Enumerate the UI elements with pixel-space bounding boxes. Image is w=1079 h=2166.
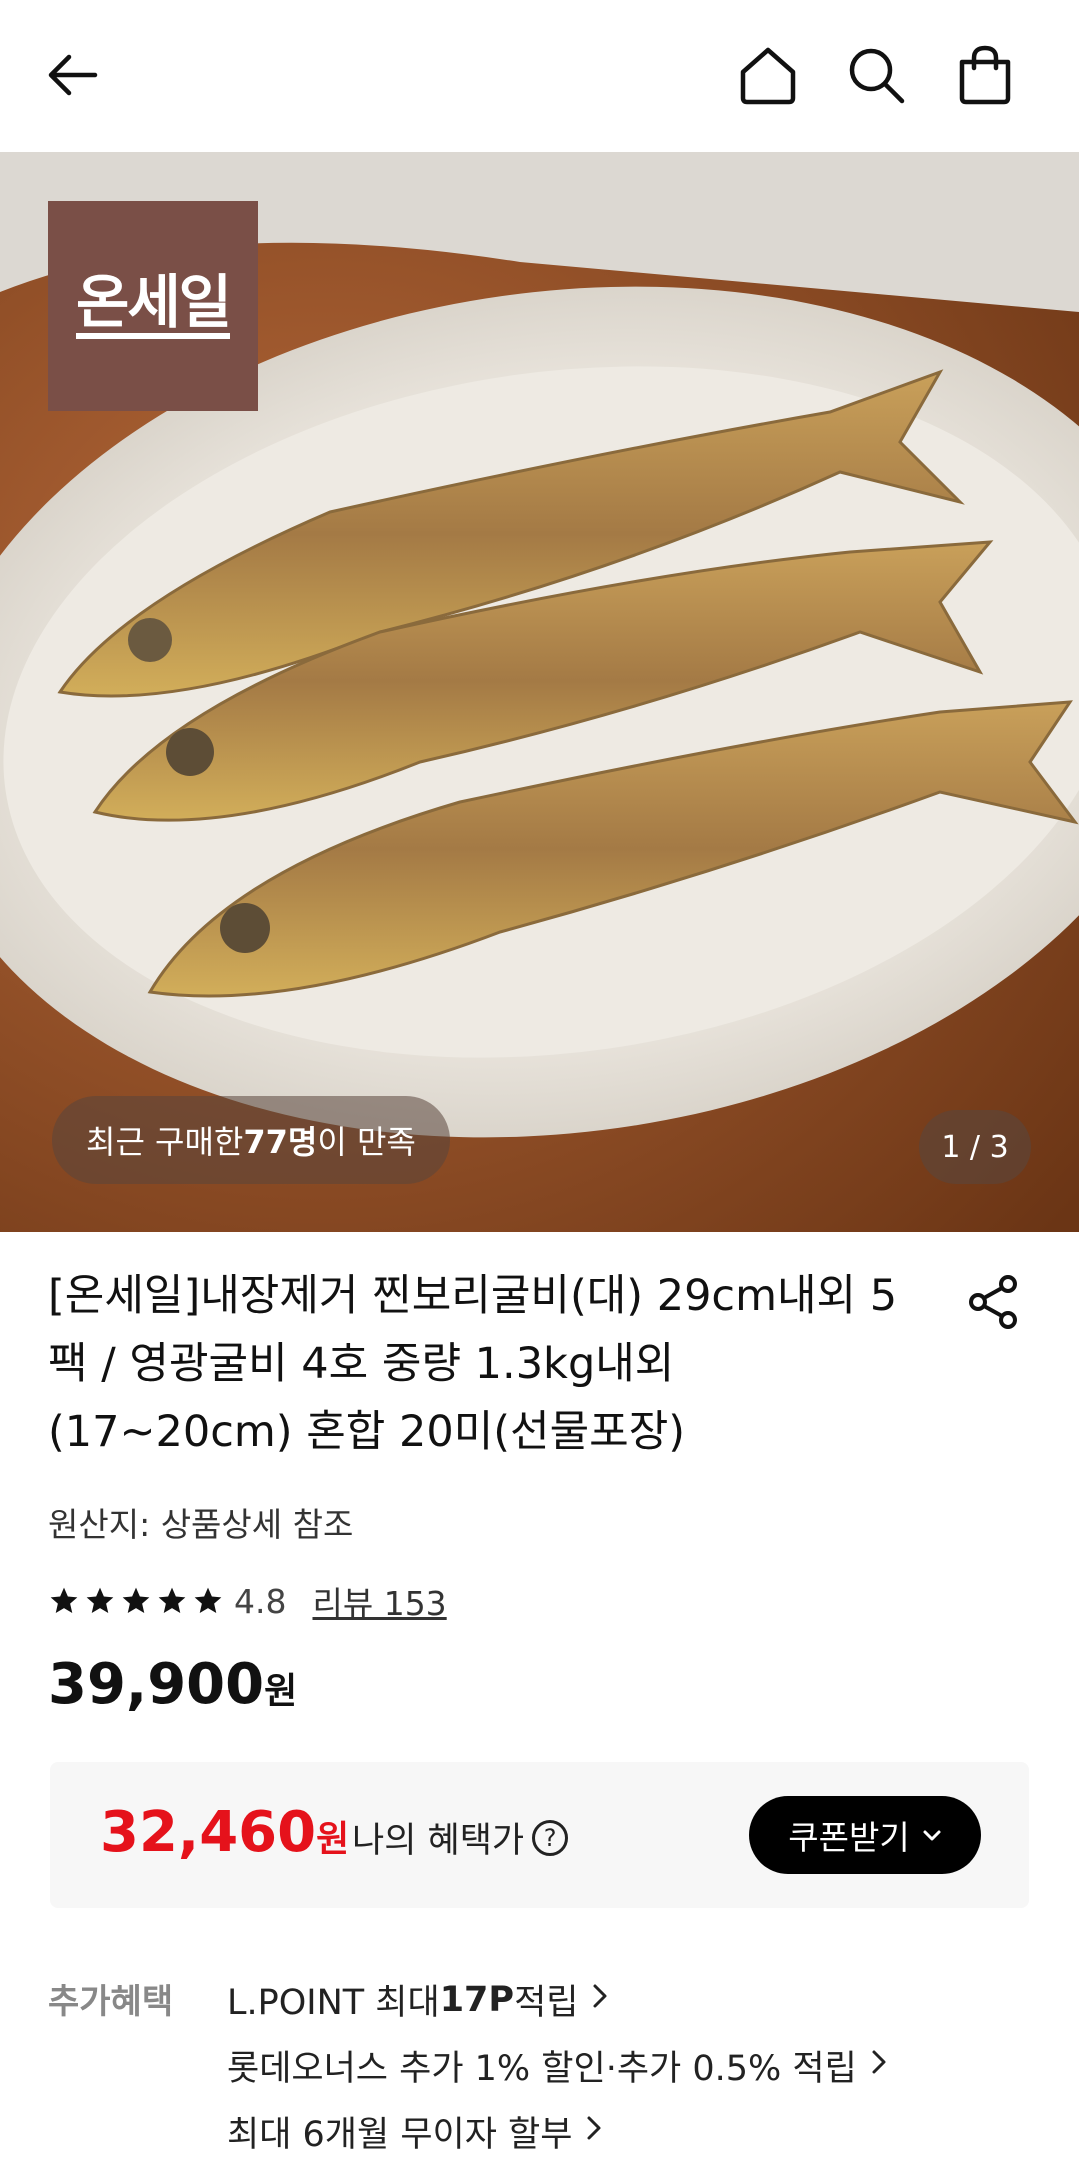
product-title: [온세일]내장제거 찐보리굴비(대) 29cm내외 5팩 / 영광굴비 4호 중… — [48, 1271, 898, 1457]
extra-benefit-text: 롯데오너스 추가 1% 할인·추가 0.5% 적립 — [227, 2049, 857, 2089]
benefit-price-amount: 32,460 — [100, 1800, 317, 1865]
star-icon — [86, 1587, 114, 1613]
extra-benefit-lpoint[interactable]: L.POINT 최대 17P 적립 — [227, 1974, 608, 2025]
star-icon — [158, 1587, 186, 1613]
price-unit: 원 — [264, 1671, 298, 1712]
star-icon — [122, 1587, 150, 1613]
buyers-satisfaction-pill: 최근 구매한 77명 이 만족 — [52, 1096, 450, 1184]
benefit-price-unit: 원 — [316, 1819, 350, 1860]
brand-badge: 온세일 — [48, 201, 258, 411]
rating-row: 4.8 리뷰 153 — [48, 1576, 447, 1626]
buyers-suffix: 이 만족 — [317, 1123, 416, 1161]
extra-benefit-points: 17P — [439, 1979, 515, 2020]
extra-benefit-lotte-owners[interactable]: 롯데오너스 추가 1% 할인·추가 0.5% 적립 — [227, 2040, 887, 2091]
image-page-counter: 1 / 3 — [919, 1110, 1031, 1184]
share-icon[interactable] — [964, 1272, 1024, 1332]
price-amount: 39,900 — [48, 1652, 265, 1717]
buyers-count: 77명 — [243, 1123, 318, 1161]
buyers-prefix: 최근 구매한 — [86, 1123, 244, 1161]
coupon-button-label: 쿠폰받기 — [788, 1818, 910, 1857]
extra-benefit-text: 최대 6개월 무이자 할부 — [227, 2115, 573, 2155]
benefit-price: 32,460 원 — [100, 1800, 349, 1865]
arrow-left-icon[interactable] — [38, 40, 108, 110]
chevron-right-icon — [592, 1982, 608, 2017]
extra-benefits-label: 추가혜택 — [48, 1982, 174, 2022]
chevron-right-icon — [586, 2114, 602, 2149]
benefit-label-text: 나의 혜택가 — [352, 1821, 525, 1861]
coupon-button[interactable]: 쿠폰받기 — [749, 1796, 981, 1874]
top-bar — [0, 0, 1079, 152]
extra-benefit-installment[interactable]: 최대 6개월 무이자 할부 — [227, 2106, 602, 2157]
reviews-link[interactable]: 리뷰 153 — [312, 1577, 446, 1625]
chevron-down-icon — [922, 1820, 942, 1850]
rating-score: 4.8 — [234, 1581, 287, 1621]
extra-benefit-text: L.POINT 최대 — [227, 1983, 440, 2023]
benefit-price-box: 32,460 원 나의 혜택가 ? 쿠폰받기 — [50, 1762, 1029, 1908]
shopping-bag-icon[interactable] — [950, 40, 1020, 110]
star-rating — [48, 1585, 224, 1617]
home-icon[interactable] — [733, 40, 803, 110]
extra-benefit-text-suffix: 적립 — [514, 1983, 579, 2023]
benefit-label: 나의 혜택가 ? — [352, 1812, 569, 1863]
search-icon[interactable] — [841, 40, 911, 110]
original-price: 39,900 원 — [48, 1652, 297, 1726]
question-circle-icon[interactable]: ? — [532, 1819, 569, 1856]
product-origin: 원산지: 상품상세 참조 — [48, 1505, 354, 1544]
brand-badge-text: 온세일 — [75, 273, 232, 339]
chevron-right-icon — [871, 2048, 887, 2083]
star-icon — [50, 1587, 78, 1613]
star-icon — [194, 1587, 222, 1613]
